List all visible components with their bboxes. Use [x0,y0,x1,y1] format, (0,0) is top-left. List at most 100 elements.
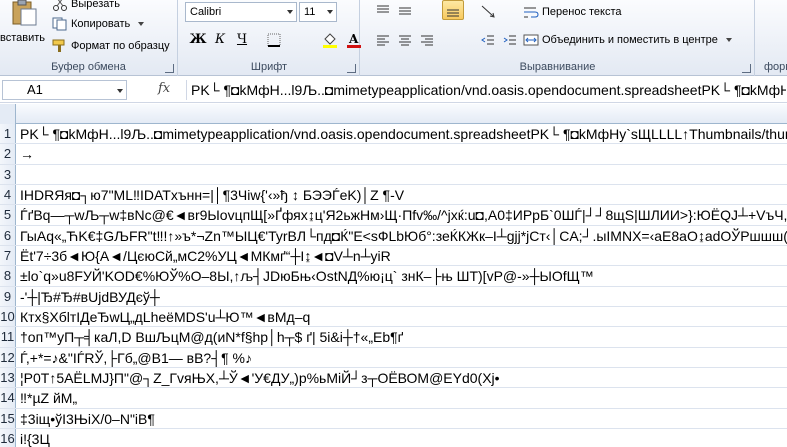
row-header[interactable]: 11 [0,327,16,347]
table-row: 6 ГыAq«„ЋK€‡GЉFR"t‼!↑»ъ*¬Zn™ЫЦ€'TyrBЛ└пд◘… [0,225,787,247]
spreadsheet-grid[interactable]: 1 PK└ ¶◘kMфН...l9Љ..◘mimetypeapplication/… [0,104,787,447]
row-header[interactable]: 4 [0,185,16,205]
decrease-indent-button[interactable] [477,30,499,50]
cut-label: Вырезать [71,0,120,10]
table-row: 2 → [0,144,787,165]
formula-input[interactable]: PK└ ¶◘kMфН...l9Љ..◘mimetypeapplication/v… [186,80,786,100]
merge-dropdown-icon[interactable] [725,38,732,43]
row-header[interactable]: 12 [0,347,16,368]
paste-button[interactable]: вставить [0,0,48,60]
table-row: 12 Ѓ,+*=♪&"IЃRЎ,├Гб„@B1— вВ?┤¶ %♪ [0,347,787,369]
row-header[interactable]: 5 [0,205,16,225]
cell-a[interactable]: i!{3Ц [20,429,787,447]
copy-dropdown-icon[interactable] [138,22,145,27]
font-size-dropdown-icon[interactable] [327,10,333,14]
wrap-text-label: Перенос текста [542,6,622,18]
row-header[interactable]: 2 [0,144,16,164]
font-name-dropdown-icon[interactable] [287,10,293,14]
table-row: 7 Ёt'7÷3б◄Ю{A◄/ЦєюСй„мС2%УЦ◄МКмґ“┼I↨◄◘V┴n… [0,246,787,267]
italic-button[interactable]: К [209,30,231,50]
merge-center-button[interactable]: Объединить и поместить в центре [523,31,732,49]
cell-a[interactable]: ‡3iщ•ўI3ЊiX/0–N"iB¶ [20,409,787,428]
copy-button[interactable]: Копировать [52,15,145,33]
decrease-indent-icon [481,35,494,44]
orientation-button[interactable] [477,1,499,21]
row-header[interactable]: 10 [0,307,16,327]
row-header[interactable]: 6 [0,225,16,246]
formula-bar: A1 fx PK└ ¶◘kMфН...l9Љ..◘mimetypeapplica… [0,77,787,103]
clipboard-group: вставить Вырезать Копировать Формат по о… [0,0,178,76]
align-middle-icon [399,7,411,14]
alignment-dialog-launcher-icon[interactable] [742,64,751,73]
clipboard-dialog-launcher-icon[interactable] [165,64,174,73]
font-size-combobox[interactable]: 11 [299,2,337,22]
paste-label: вставить [0,32,46,44]
alignment-group-label: Выравнивание [519,61,596,73]
insert-function-button[interactable]: fx [158,81,170,96]
align-bottom-icon [447,9,459,16]
copy-icon [52,17,67,31]
cell-a[interactable]: PK└ ¶◘kMфН...l9Љ..◘mimetypeapplication/v… [20,124,787,143]
row-header[interactable]: 16 [0,429,16,447]
cell-a[interactable]: ГыAq«„ЋK€‡GЉFR"t‼!↑»ъ*¬Zn™ЫЦ€'TyrBЛ└пд◘Ќ… [20,226,787,245]
align-top-icon [377,5,389,12]
table-row: 1 PK└ ¶◘kMфН...l9Љ..◘mimetypeapplication/… [0,124,787,145]
cell-a[interactable]: †оп™уП┬╡каЛ,D ВшЉцМ@д(иN*f§hp│h┬$ ґ| 5i&… [20,327,787,346]
table-row: 3 [0,164,787,186]
borders-button[interactable] [263,30,285,50]
font-name-combobox[interactable]: Calibri [185,2,297,22]
row-header[interactable]: 9 [0,286,16,307]
svg-text:A: A [348,32,359,46]
alignment-group: Перенос текста Объединить и поместить в … [361,0,755,76]
row-header[interactable]: 1 [0,124,16,144]
scissors-icon [53,0,67,12]
align-center-button[interactable] [394,30,416,50]
font-dialog-launcher-icon[interactable] [347,64,356,73]
cell-a[interactable]: Ктх§ХбlтIДеЂwЦ„дLheёMDS'u┴Ю™◄вMд–q [20,307,787,326]
row-header[interactable]: 15 [0,408,16,429]
row-header[interactable]: 14 [0,388,16,408]
copy-label: Копировать [71,18,131,30]
fill-bucket-icon [323,32,337,48]
merge-center-icon [523,34,539,46]
table-row: 10 Ктх§ХбlтIДеЂwЦ„дLheёMDS'u┴Ю™◄вMд–q [0,307,787,328]
cell-a[interactable] [20,165,787,184]
table-row: 15 ‡3iщ•ўI3ЊiX/0–N"iB¶ [0,408,787,430]
row-header[interactable]: 8 [0,266,16,286]
underline-button[interactable]: Ч [231,30,253,50]
fill-color-button[interactable] [319,30,341,50]
font-size-value: 11 [304,6,316,18]
cell-a[interactable]: Ёt'7÷3б◄Ю{A◄/ЦєюСй„мС2%УЦ◄МКмґ“┼I↨◄◘V┴n┴… [20,246,787,265]
name-box[interactable]: A1 [2,80,127,100]
cell-a[interactable]: Ѓ,+*=♪&"IЃRЎ,├Гб„@B1— вВ?┤¶ %♪ [20,348,787,367]
align-middle-button[interactable] [394,1,416,21]
cell-a[interactable]: ‼*µZ йМ„ [20,388,787,407]
cell-a[interactable]: → [20,144,787,163]
cell-a[interactable]: ±lo`q»u8FУЙ'KOD€%ЮЎ%О–8Ы,↑љ┤JDюБњ‹OstNД%… [20,266,787,285]
row-header[interactable]: 7 [0,246,16,266]
cell-a[interactable]: ЃґBq—┬wЉ┬w‡вNc@€◄вr9ЫovцпЩ[»Ґфях↨ц'Я2ьжН… [20,205,787,224]
cell-a[interactable]: ¦P0T↑5AЁLMJ}П"@┐Z_ГvяЊX,┴Ў◄'У€ДУ„)p%ьМіЙ… [20,368,787,387]
row-header[interactable]: 3 [0,164,16,185]
bold-button[interactable]: Ж [187,30,209,50]
align-bottom-button[interactable] [442,0,464,20]
align-top-button[interactable] [372,1,394,21]
format-painter-button[interactable]: Формат по образцу [52,37,170,55]
align-right-icon [421,35,433,45]
wrap-text-button[interactable]: Перенос текста [523,3,622,21]
row-header[interactable]: 13 [0,368,16,388]
increase-indent-button[interactable] [499,30,521,50]
increase-indent-icon [503,35,516,44]
align-left-button[interactable] [372,30,394,50]
name-box-value: A1 [27,82,43,97]
table-row: 5 ЃґBq—┬wЉ┬w‡вNc@€◄вr9ЫovцпЩ[»Ґфях↨ц'Я2ьж… [0,205,787,226]
cell-a[interactable]: IHDRЯя◘┐ю7"ML‼IDATxънн=|│¶3Чiw{'‹»ђ ↕ БЭ… [20,185,787,204]
cut-button[interactable]: Вырезать [52,0,120,13]
align-right-button[interactable] [416,30,438,50]
cell-a[interactable]: -'┼|Ђ#Ђ#вUjdВУДєў┼ [20,287,787,306]
merge-center-label: Объединить и поместить в центре [542,34,718,46]
select-all-corner[interactable] [0,104,16,124]
column-header-bar[interactable] [0,104,787,124]
number-group-label: форм [764,61,787,73]
name-box-dropdown-icon[interactable] [117,89,123,93]
